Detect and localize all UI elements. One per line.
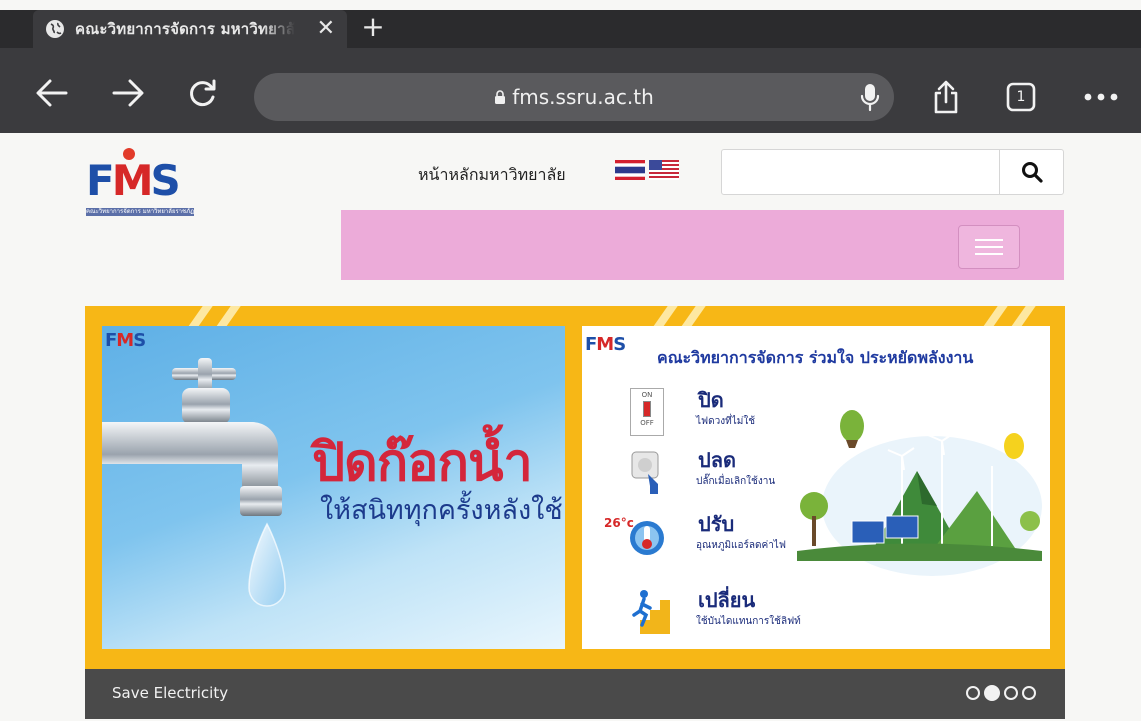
microphone-icon[interactable] [858,80,882,114]
slide-dot-1[interactable] [966,686,980,700]
stairs-icon [632,590,670,634]
back-button[interactable] [32,74,72,112]
close-tab-icon[interactable]: ✕ [317,16,335,42]
light-switch-icon: ON OFF [630,388,664,436]
slider-dots [966,685,1036,701]
browser-tab[interactable]: คณะวิทยาการจัดการ มหาวิทยาลัยราชภัฏสวนสุ… [33,10,347,48]
more-options-icon[interactable] [1080,79,1122,115]
panel-logo: FMS [585,334,626,355]
fms-logo[interactable]: FMS คณะวิทยาการจัดการ มหาวิทยาลัยราชภัฏส… [86,144,196,224]
slide-dot-3[interactable] [1004,686,1018,700]
logo-subtitle: คณะวิทยาการจัดการ มหาวิทยาลัยราชภัฏสวนสุ… [86,208,194,216]
thai-flag-icon[interactable] [615,160,645,180]
faucet-icon [102,358,286,607]
globe-icon [45,19,65,39]
green-energy-landscape-icon [797,410,1042,576]
address-bar[interactable]: fms.ssru.ac.th [254,73,894,121]
tabs-count-button[interactable]: 1 [1003,79,1039,115]
slide-caption: Save Electricity [112,684,229,702]
tab-title: คณะวิทยาการจัดการ มหาวิทยาลัยราชภัฏสวนสุ… [75,20,295,38]
reload-button[interactable] [183,74,223,112]
university-home-link[interactable]: หน้าหลักมหาวิทยาลัย [418,163,566,188]
new-tab-button[interactable]: + [358,12,388,44]
hero-slider[interactable]: FMS ปิดก๊อกน้ำ ให้สนิททุกครั้งหลังใช้ FM… [85,306,1065,719]
share-icon[interactable] [928,79,964,115]
logo-letters: FMS [86,156,181,205]
site-search [721,149,1064,195]
lock-icon [494,89,506,105]
us-flag-icon[interactable] [649,160,679,180]
menu-toggle-button[interactable] [958,225,1020,269]
slide-subline: ให้สนิททุกครั้งหลังใช้ [320,495,563,526]
energy-title: คณะวิทยาการจัดการ ร่วมใจ ประหยัดพลังงาน [657,348,974,367]
slide-panel-water: FMS ปิดก๊อกน้ำ ให้สนิททุกครั้งหลังใช้ [102,326,565,649]
language-switcher [615,160,679,180]
slide-dot-4[interactable] [1022,686,1036,700]
slide-panel-energy: FMS คณะวิทยาการจัดการ ร่วมใจ ประหยัดพลัง… [582,326,1050,649]
slider-caption-bar: Save Electricity [85,669,1065,719]
search-input[interactable] [722,150,1000,194]
url-text: fms.ssru.ac.th [512,85,654,109]
tab-count: 1 [1016,89,1026,105]
plug-icon [631,451,659,494]
search-button[interactable] [999,150,1063,194]
thermometer-icon [630,521,664,555]
slide-dot-2[interactable] [984,685,1000,701]
main-navbar [341,210,1064,280]
search-icon [1021,162,1043,183]
forward-button[interactable] [108,74,148,112]
